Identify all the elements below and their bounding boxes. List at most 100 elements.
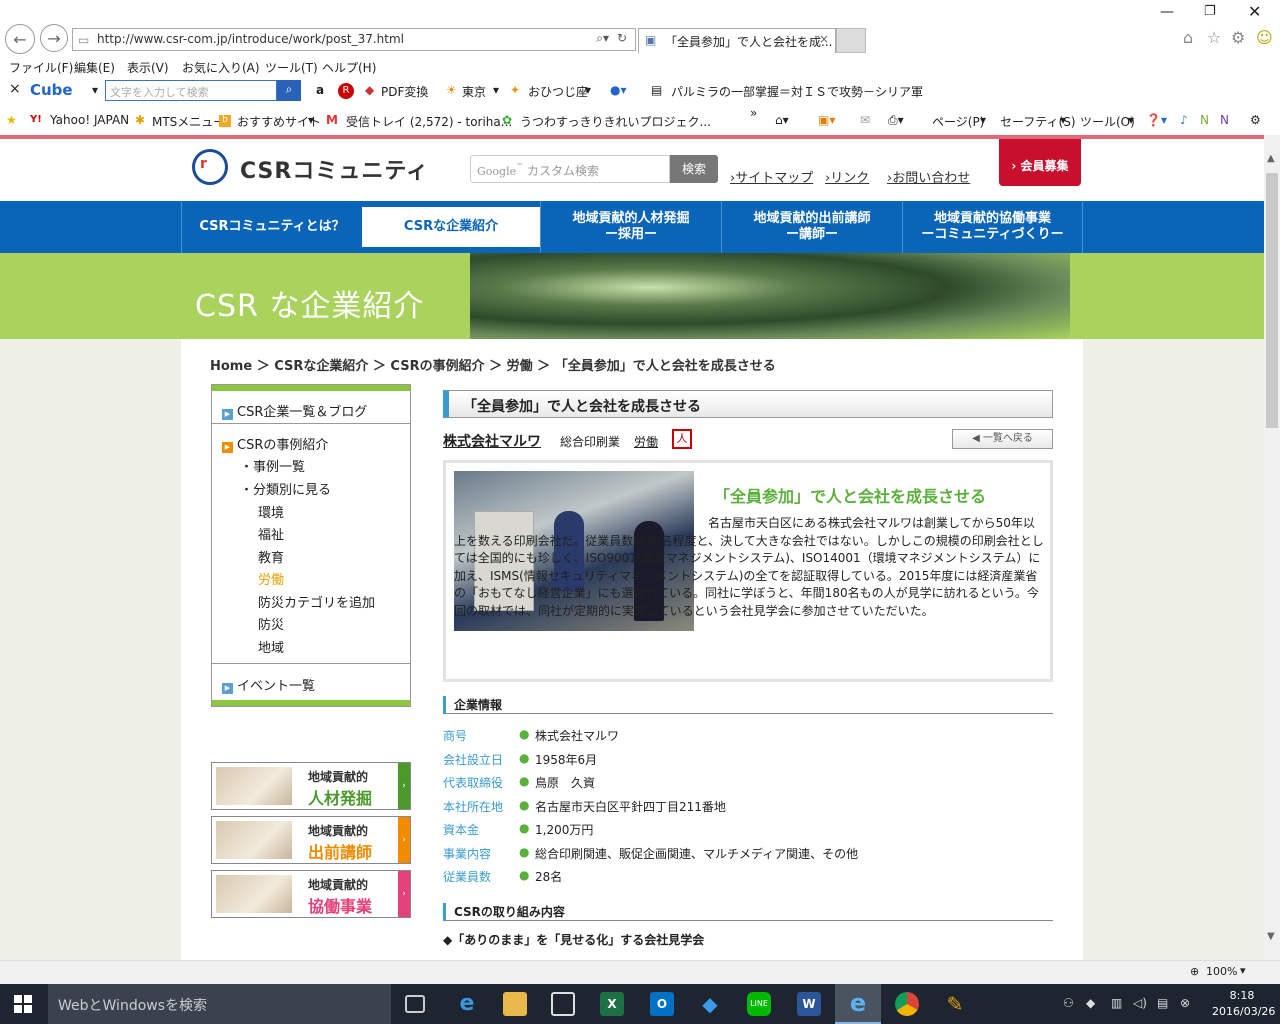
menu-view[interactable]: 表示(V) xyxy=(127,59,169,76)
site-search-input[interactable]: Google™ カスタム検索 xyxy=(470,155,670,183)
search-icon[interactable]: ⌕▾ xyxy=(596,31,609,46)
banner-jinzai[interactable]: 地域貢献的 人材発掘 › xyxy=(211,762,411,810)
back-to-list-button[interactable]: ◀ 一覧へ戻る xyxy=(952,429,1053,449)
cat-region[interactable]: 地域 xyxy=(258,637,284,656)
zoom-dropdown-icon[interactable]: ▾ xyxy=(1240,964,1246,977)
forward-button[interactable]: → xyxy=(40,24,68,52)
sidebar-sub-list[interactable]: ・事例一覧 xyxy=(240,456,305,475)
cube-dropdown-icon[interactable]: ▾ xyxy=(92,83,98,97)
rss-icon[interactable]: ▣▾ xyxy=(818,113,835,127)
gnav-kyodo[interactable]: 地域貢献的協働事業 ーコミュニティづくりー xyxy=(902,201,1083,253)
store-icon[interactable] xyxy=(551,992,575,1016)
cube-search-button[interactable]: ⌕ xyxy=(277,80,301,101)
restore-icon[interactable]: ❐ xyxy=(1204,4,1216,19)
zoom-icon[interactable]: ⊕ xyxy=(1190,965,1199,978)
fav-gmail[interactable]: 受信トレイ (2,572) - toriha... xyxy=(346,113,512,130)
cube-logo[interactable]: Cube xyxy=(30,81,73,99)
windows-start-icon[interactable] xyxy=(14,995,32,1013)
chrome-icon[interactable] xyxy=(895,992,919,1016)
task-view-icon[interactable] xyxy=(405,995,425,1013)
company-link[interactable]: 株式会社マルワ xyxy=(443,431,541,451)
tab-close-icon[interactable]: × xyxy=(819,32,829,46)
cmd-page-dropdown-icon[interactable]: ▾ xyxy=(980,113,986,127)
cat-environment[interactable]: 環境 xyxy=(258,502,284,521)
explorer-icon[interactable] xyxy=(503,992,527,1016)
clock[interactable]: 8:18 2016/03/26 xyxy=(1212,988,1275,1020)
more-favorites-icon[interactable]: » xyxy=(750,106,757,120)
favorites-star-icon[interactable]: ☆ xyxy=(1207,28,1221,47)
gnav-companies[interactable]: CSRな企業紹介 xyxy=(362,207,540,247)
new-tab-button[interactable] xyxy=(836,28,866,53)
close-window-icon[interactable]: ✕ xyxy=(1248,2,1261,21)
scroll-down-icon[interactable]: ▼ xyxy=(1267,931,1275,942)
zoom-level[interactable]: 100% xyxy=(1206,965,1237,978)
home-icon[interactable]: ⌂ xyxy=(1183,28,1193,47)
word-icon[interactable]: W xyxy=(797,992,821,1016)
banner-koshi[interactable]: 地域貢献的 出前講師 › xyxy=(211,816,411,864)
link-links[interactable]: ›リンク xyxy=(825,167,869,186)
excel-icon[interactable]: X xyxy=(600,992,624,1016)
menu-tools[interactable]: ツール(T) xyxy=(265,59,318,76)
tray-dropbox-icon[interactable]: ◆ xyxy=(1086,996,1095,1010)
gnav-jinzai[interactable]: 地域貢献的人材発掘 ー採用ー xyxy=(540,201,721,253)
sidebar-item-company-list[interactable]: ▶ CSR企業一覧＆ブログ xyxy=(212,391,410,424)
menu-favorites[interactable]: お気に入り(A) xyxy=(182,59,260,76)
weather-location[interactable]: 東京 xyxy=(462,83,486,100)
dropbox-icon[interactable]: ◆ xyxy=(698,992,722,1016)
news-ticker[interactable]: パルミラの一部掌握＝対ＩＳで攻勢－シリア軍 xyxy=(671,83,923,100)
cmd-safety-dropdown-icon[interactable]: ▾ xyxy=(1060,113,1066,127)
cat-labor[interactable]: 労働 xyxy=(258,569,284,588)
pdf-convert-button[interactable]: PDF変換 xyxy=(381,83,428,100)
tray-people-icon[interactable]: ⚇ xyxy=(1063,996,1074,1010)
sidebar-cases-label[interactable]: CSRの事例紹介 xyxy=(237,438,328,453)
outlook-icon[interactable]: O xyxy=(650,992,674,1016)
addon2-icon[interactable]: N xyxy=(1200,113,1209,127)
menu-edit[interactable]: 編集(E) xyxy=(74,59,115,76)
settings-gear-icon[interactable]: ⚙ xyxy=(1231,28,1245,47)
browser-tab[interactable]: ▣ 「全員参加」で人と会社を成... × xyxy=(638,28,836,53)
cmd-home-icon[interactable]: ⌂▾ xyxy=(775,113,789,127)
site-logo-text[interactable]: CSRコミュニティ xyxy=(240,153,429,185)
link-sitemap[interactable]: ›サイトマップ xyxy=(730,167,813,186)
cat-education[interactable]: 教育 xyxy=(258,547,284,566)
breadcrumb[interactable]: Home ＞ CSRな企業紹介 ＞ CSRの事例紹介 ＞ 労働 ＞ 「全員参加」… xyxy=(210,355,776,374)
refresh-icon[interactable]: ↻ xyxy=(617,31,627,45)
sidebar-item-events[interactable]: ▶ イベント一覧 xyxy=(212,664,410,700)
address-bar[interactable]: ▭ http://www.csr-com.jp/introduce/work/p… xyxy=(72,28,636,51)
addon-icon[interactable]: ♪ xyxy=(1180,113,1188,127)
fav-mts[interactable]: MTSメニュー xyxy=(152,113,225,130)
menu-help[interactable]: ヘルプ(H) xyxy=(322,59,376,76)
cmd-tools-dropdown-icon[interactable]: ▾ xyxy=(1128,113,1134,127)
scroll-thumb[interactable] xyxy=(1266,173,1278,428)
gnav-koshi[interactable]: 地域貢献的出前講師 ー講師ー xyxy=(721,201,902,253)
company-category[interactable]: 労働 xyxy=(634,433,658,450)
line-icon[interactable]: LINE xyxy=(747,992,771,1016)
site-search-button[interactable]: 検索 xyxy=(670,155,718,183)
smiley-icon[interactable]: ☺ xyxy=(1256,28,1273,47)
print-icon[interactable]: ⎙▾ xyxy=(888,113,904,128)
tray-action-icon[interactable]: ⊗ xyxy=(1180,996,1190,1010)
tray-ime-icon[interactable]: ▤ xyxy=(1157,996,1168,1010)
favorites-icon[interactable]: ★ xyxy=(6,113,17,127)
cat-add-disaster[interactable]: 防災カテゴリを追加 xyxy=(258,592,375,611)
edge-icon[interactable]: e xyxy=(455,992,479,1016)
link-contact[interactable]: ›お問い合わせ xyxy=(887,167,970,186)
minimize-icon[interactable]: — xyxy=(1160,4,1174,20)
menu-file[interactable]: ファイル(F) xyxy=(9,59,73,76)
cat-welfare[interactable]: 福祉 xyxy=(258,524,284,543)
horoscope-dropdown-icon[interactable]: ▾ xyxy=(585,83,591,97)
fav-project[interactable]: うつわすっきりきれいプロジェク... xyxy=(520,113,711,130)
horoscope-label[interactable]: おひつじ座 xyxy=(528,83,588,100)
rakuten-icon[interactable]: R xyxy=(338,83,354,99)
settings2-icon[interactable]: ⚙ xyxy=(1250,113,1261,127)
cmd-page[interactable]: ページ(P) xyxy=(932,113,984,130)
sidebar-sub-bycat[interactable]: ・分類別に見る xyxy=(240,479,331,498)
vertical-scrollbar[interactable]: ▲ ▼ xyxy=(1264,135,1280,960)
cat-disaster[interactable]: 防災 xyxy=(258,614,284,633)
help-icon[interactable]: ❓▾ xyxy=(1146,113,1167,127)
ie-taskbar-button[interactable]: e xyxy=(835,984,881,1024)
paint-icon[interactable]: ✎ xyxy=(943,992,967,1016)
amazon-icon[interactable]: a xyxy=(316,83,324,97)
tray-network-icon[interactable]: ▥ xyxy=(1111,996,1122,1010)
back-button[interactable]: ← xyxy=(5,24,35,54)
